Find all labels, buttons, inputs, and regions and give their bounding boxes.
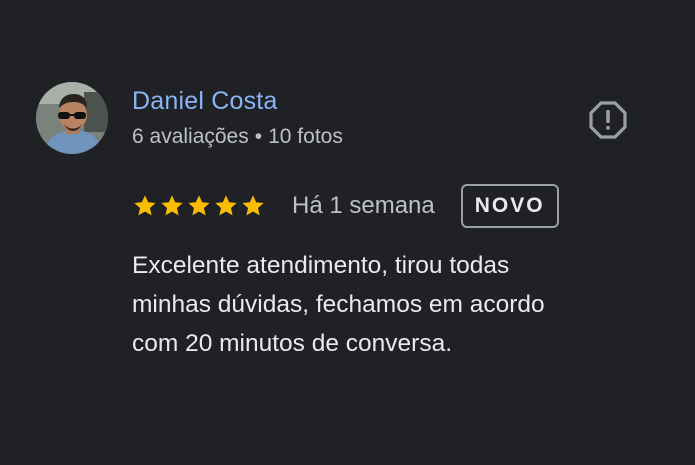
new-badge: NOVO — [460, 184, 559, 228]
rating-row: Há 1 semana NOVO — [132, 182, 559, 230]
review-card: Daniel Costa 6 avaliações • 10 fotos Há 1 … — [0, 0, 695, 465]
star-icon — [132, 193, 158, 219]
review-text-line: Excelente atendimento, tirou todas — [132, 252, 510, 279]
author-reviews-count: 6 avaliações — [132, 125, 249, 148]
author-photos-count: 10 fotos — [268, 125, 343, 148]
meta-separator: • — [254, 125, 263, 148]
review-text-line: minhas dúvidas, fechamos em acordo — [132, 291, 545, 318]
star-icon — [240, 193, 266, 219]
report-review-button[interactable] — [588, 100, 628, 140]
star-icon — [213, 193, 239, 219]
review-text: Excelente atendimento, tirou todas minhas… — [132, 246, 652, 363]
review-date: Há 1 semana — [292, 192, 435, 219]
review-text-line: com 20 minutos de conversa. — [132, 330, 453, 357]
author-name[interactable]: Daniel Costa — [132, 84, 278, 118]
report-flag-icon — [589, 101, 627, 139]
author-avatar[interactable] — [36, 82, 108, 154]
star-icon — [186, 193, 212, 219]
author-meta: 6 avaliações • 10 fotos — [132, 122, 343, 152]
star-icon — [159, 193, 185, 219]
star-rating — [132, 193, 266, 219]
